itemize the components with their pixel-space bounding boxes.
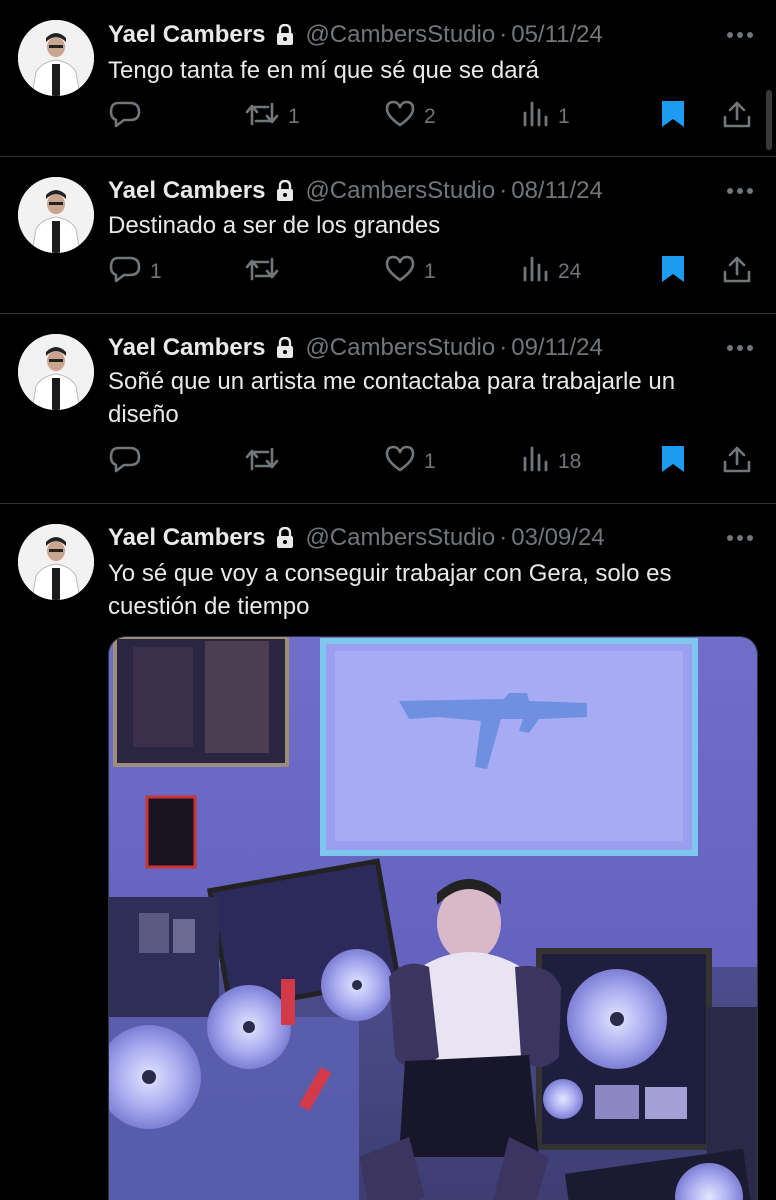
share-button[interactable] — [722, 445, 752, 479]
tweet-date[interactable]: 05/11/24 — [511, 21, 603, 49]
avatar[interactable] — [18, 524, 94, 600]
lock-icon — [275, 180, 295, 202]
author-handle[interactable]: @CambersStudio — [305, 334, 495, 362]
tweet-actions: 1 18 — [108, 445, 758, 479]
views-icon — [522, 254, 550, 290]
lock-icon — [275, 527, 295, 549]
share-icon — [722, 444, 752, 480]
retweet-icon — [244, 99, 280, 135]
views-icon — [522, 99, 550, 135]
avatar[interactable] — [18, 177, 94, 253]
reply-count: 1 — [150, 260, 162, 283]
separator: · — [499, 21, 508, 48]
reply-button[interactable] — [108, 445, 150, 479]
like-button[interactable]: 1 — [384, 445, 436, 479]
bookmark-button[interactable] — [660, 445, 686, 479]
tweet-header: Yael Cambers @CambersStudio · 05/11/24 — [108, 18, 706, 52]
scrollbar[interactable] — [766, 90, 772, 150]
retweet-button[interactable] — [244, 255, 288, 289]
tweet-date[interactable]: 08/11/24 — [511, 177, 603, 205]
tweet-header: Yael Cambers @CambersStudio · 03/09/24 — [108, 521, 706, 555]
bookmark-icon — [660, 444, 686, 480]
author-handle[interactable]: @CambersStudio — [305, 177, 495, 205]
like-icon — [384, 444, 416, 480]
views-count: 18 — [558, 450, 582, 473]
tweet-header: Yael Cambers @CambersStudio · 09/11/24 — [108, 331, 706, 365]
author-handle[interactable]: @CambersStudio — [305, 524, 495, 552]
tweet-date[interactable]: 03/09/24 — [511, 524, 604, 552]
separator: · — [499, 524, 508, 551]
like-count: 1 — [424, 260, 436, 283]
tweet-text: Soñé que un artista me contactaba para t… — [108, 368, 676, 428]
views-button[interactable]: 24 — [522, 255, 581, 289]
reply-icon — [108, 444, 142, 480]
tweet-text: Yo sé que voy a conseguir trabajar con G… — [108, 560, 672, 620]
more-icon[interactable] — [724, 25, 756, 45]
tweet-media-image[interactable] — [108, 636, 758, 1200]
tweet-text: Tengo tanta fe en mí que sé que se dará — [108, 57, 539, 84]
like-button[interactable]: 1 — [384, 255, 436, 289]
author-handle[interactable]: @CambersStudio — [305, 21, 495, 49]
reply-button[interactable]: 1 — [108, 255, 162, 289]
share-icon — [722, 254, 752, 290]
views-count: 1 — [558, 105, 570, 128]
retweet-count: 1 — [288, 105, 300, 128]
tweet-actions: 1 2 1 — [108, 100, 758, 134]
like-icon — [384, 254, 416, 290]
tweet[interactable]: Yael Cambers @CambersStudio · 05/11/24 T… — [0, 0, 776, 157]
views-icon — [522, 444, 550, 480]
author-name[interactable]: Yael Cambers — [108, 524, 265, 552]
bookmark-icon — [660, 254, 686, 290]
more-icon[interactable] — [724, 528, 756, 548]
tweet-date[interactable]: 09/11/24 — [511, 334, 603, 362]
more-icon[interactable] — [724, 181, 756, 201]
lock-icon — [275, 337, 295, 359]
separator: · — [499, 334, 508, 361]
like-count: 2 — [424, 105, 436, 128]
share-icon — [722, 99, 752, 135]
lock-icon — [275, 24, 295, 46]
reply-icon — [108, 99, 142, 135]
like-count: 1 — [424, 450, 436, 473]
retweet-icon — [244, 444, 280, 480]
tweet[interactable]: Yael Cambers @CambersStudio · 09/11/24 S… — [0, 314, 776, 504]
like-button[interactable]: 2 — [384, 100, 436, 134]
views-count: 24 — [558, 260, 582, 283]
like-icon — [384, 99, 416, 135]
tweet-header: Yael Cambers @CambersStudio · 08/11/24 — [108, 174, 706, 208]
more-icon[interactable] — [724, 338, 756, 358]
avatar[interactable] — [18, 20, 94, 96]
share-button[interactable] — [722, 100, 752, 134]
reply-icon — [108, 254, 142, 290]
reply-button[interactable] — [108, 100, 150, 134]
retweet-button[interactable] — [244, 445, 288, 479]
bookmark-icon — [660, 99, 686, 135]
tweet-actions: 1 1 24 — [108, 255, 758, 289]
bookmark-button[interactable] — [660, 255, 686, 289]
avatar[interactable] — [18, 334, 94, 410]
tweet[interactable]: Yael Cambers @CambersStudio · 08/11/24 D… — [0, 157, 776, 314]
views-button[interactable]: 18 — [522, 445, 581, 479]
share-button[interactable] — [722, 255, 752, 289]
tweet-text: Destinado a ser de los grandes — [108, 212, 441, 239]
author-name[interactable]: Yael Cambers — [108, 177, 265, 205]
retweet-button[interactable]: 1 — [244, 100, 300, 134]
separator: · — [499, 177, 508, 204]
retweet-icon — [244, 254, 280, 290]
views-button[interactable]: 1 — [522, 100, 570, 134]
author-name[interactable]: Yael Cambers — [108, 334, 265, 362]
bookmark-button[interactable] — [660, 100, 686, 134]
author-name[interactable]: Yael Cambers — [108, 21, 265, 49]
